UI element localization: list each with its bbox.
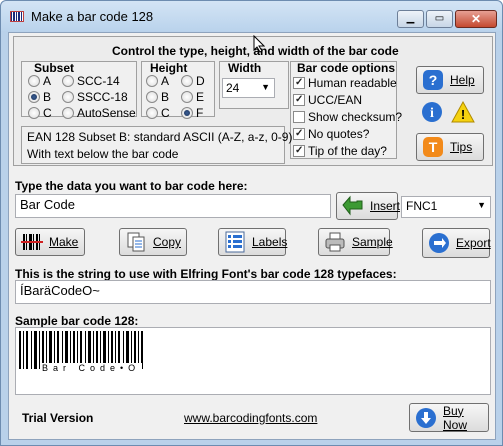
subset-option-sscc18[interactable]: SSCC-18 xyxy=(62,90,128,104)
radio-icon[interactable] xyxy=(181,107,193,119)
subset-option-scc14[interactable]: SCC-14 xyxy=(62,74,120,88)
checkbox-icon[interactable] xyxy=(293,128,305,140)
radio-icon[interactable] xyxy=(62,91,74,103)
tips-icon: T xyxy=(422,136,444,158)
labels-button[interactable]: Labels xyxy=(218,228,287,256)
maximize-button[interactable]: ▭ xyxy=(426,10,453,28)
option-show-checksum[interactable]: Show checksum? xyxy=(293,110,402,124)
option-no-quotes[interactable]: No quotes? xyxy=(293,127,369,141)
output-string-field[interactable]: ÍBaräCodeO~ xyxy=(15,280,491,304)
info-line-1: EAN 128 Subset B: standard ASCII (A-Z, a… xyxy=(27,130,293,144)
height-option-e[interactable]: E xyxy=(181,90,204,104)
barcode-data-input[interactable]: Bar Code xyxy=(15,194,331,218)
labels-icon xyxy=(224,231,246,253)
buy-now-button[interactable]: Buy Now xyxy=(409,403,489,432)
width-select[interactable]: 24 ▼ xyxy=(222,78,275,98)
subset-option-a[interactable]: A xyxy=(28,74,51,88)
radio-icon[interactable] xyxy=(146,107,158,119)
height-option-d[interactable]: D xyxy=(181,74,205,88)
height-option-f[interactable]: F xyxy=(181,106,203,120)
chevron-down-icon[interactable]: ▼ xyxy=(477,200,486,210)
barcode-icon xyxy=(21,231,43,253)
mouse-cursor-icon xyxy=(253,35,265,53)
info-icon[interactable]: i xyxy=(421,101,443,126)
checkbox-icon[interactable] xyxy=(293,111,305,123)
height-label: Height xyxy=(150,61,188,75)
trial-version-label: Trial Version xyxy=(22,411,94,425)
height-option-b[interactable]: B xyxy=(146,90,169,104)
sample-label: Sample bar code 128: xyxy=(15,314,139,328)
radio-icon[interactable] xyxy=(181,75,193,87)
checkbox-icon[interactable] xyxy=(293,145,305,157)
width-label: Width xyxy=(228,61,262,75)
help-button[interactable]: ? Help xyxy=(416,66,484,94)
sample-button[interactable]: Sample xyxy=(318,228,393,256)
export-icon xyxy=(428,232,450,254)
app-window: Make a bar code 128 ▁ ▭ ✕ Control the ty… xyxy=(0,0,503,446)
insert-button[interactable]: Insert xyxy=(336,192,400,220)
copy-icon xyxy=(125,231,147,253)
checkbox-icon[interactable] xyxy=(293,94,305,106)
subset-option-b[interactable]: B xyxy=(28,90,51,104)
height-option-c[interactable]: C xyxy=(146,106,170,120)
website-link[interactable]: www.barcodingfonts.com xyxy=(184,411,317,425)
radio-icon[interactable] xyxy=(28,91,40,103)
fnc-select[interactable]: FNC1 ▼ xyxy=(401,196,491,218)
close-button[interactable]: ✕ xyxy=(455,10,497,28)
printer-icon xyxy=(324,231,346,253)
height-option-a[interactable]: A xyxy=(146,74,169,88)
info-box: EAN 128 Subset B: standard ASCII (A-Z, a… xyxy=(21,126,292,164)
export-button[interactable]: Export xyxy=(422,228,491,258)
warning-icon[interactable]: ! xyxy=(451,100,475,126)
radio-icon[interactable] xyxy=(146,75,158,87)
subset-label: Subset xyxy=(34,61,75,75)
sample-barcode-area: Bar Code•O xyxy=(15,327,491,395)
option-ucc-ean[interactable]: UCC/EAN xyxy=(293,93,362,107)
option-tip-of-day[interactable]: Tip of the day? xyxy=(293,144,387,158)
options-label: Bar code options xyxy=(297,61,396,75)
controls-panel: Control the type, height, and width of t… xyxy=(13,36,493,166)
chevron-down-icon[interactable]: ▼ xyxy=(261,82,270,92)
subset-option-autosense[interactable]: AutoSense xyxy=(62,106,136,120)
svg-text:!: ! xyxy=(461,107,465,122)
subset-option-c[interactable]: C xyxy=(28,106,52,120)
minimize-button[interactable]: ▁ xyxy=(397,10,424,28)
radio-icon[interactable] xyxy=(62,75,74,87)
svg-text:?: ? xyxy=(429,72,438,88)
radio-icon[interactable] xyxy=(28,75,40,87)
checkbox-icon[interactable] xyxy=(293,77,305,89)
copy-button[interactable]: Copy xyxy=(119,228,187,256)
barcode-human-text: Bar Code•O xyxy=(40,363,143,373)
svg-text:T: T xyxy=(429,139,438,155)
data-entry-label: Type the data you want to bar code here: xyxy=(15,179,248,193)
make-button[interactable]: Make xyxy=(15,228,85,256)
output-label: This is the string to use with Elfring F… xyxy=(15,267,397,281)
info-line-2: With text below the bar code xyxy=(27,147,179,161)
insert-arrow-icon xyxy=(342,195,364,217)
radio-icon[interactable] xyxy=(62,107,74,119)
svg-text:i: i xyxy=(430,106,434,121)
radio-icon[interactable] xyxy=(28,107,40,119)
barcode-app-icon xyxy=(10,11,24,22)
client-area: Control the type, height, and width of t… xyxy=(8,32,496,440)
download-icon xyxy=(415,407,437,429)
radio-icon[interactable] xyxy=(181,91,193,103)
option-human-readable[interactable]: Human readable xyxy=(293,76,397,90)
radio-icon[interactable] xyxy=(146,91,158,103)
window-title: Make a bar code 128 xyxy=(31,9,154,24)
tips-button[interactable]: T Tips xyxy=(416,133,484,161)
help-icon: ? xyxy=(422,69,444,91)
title-bar[interactable]: Make a bar code 128 ▁ ▭ ✕ xyxy=(1,1,502,31)
